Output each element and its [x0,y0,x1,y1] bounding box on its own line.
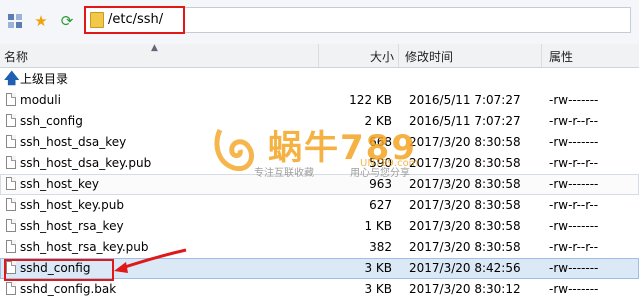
table-row[interactable]: ssh_host_dsa_key.pub 590 2017/3/20 8:30:… [0,153,639,174]
column-modified[interactable]: 修改时间 [405,48,453,65]
table-row[interactable]: ssh_config 2 KB 2016/5/11 7:07:27 -rw-r-… [0,111,639,132]
folder-icon [90,12,104,28]
file-icon [6,177,16,190]
table-row[interactable]: ssh_host_dsa_key 668 2017/3/20 8:30:58 -… [0,132,639,153]
parent-dir-row[interactable]: 🡅 上级目录 [0,67,639,88]
tree-view-icon[interactable] [6,12,24,30]
file-icon [6,219,16,232]
highlight-box-sshd-config [4,259,114,281]
file-icon [6,156,16,169]
sort-ascending-icon: ▲ [151,43,158,53]
table-row[interactable]: ssh_host_key.pub 627 2017/3/20 8:30:58 -… [0,195,639,216]
file-icon [6,114,16,127]
file-icon [6,93,16,106]
table-row[interactable]: sshd_config.bak 3 KB 2017/3/20 8:30:12 -… [0,279,639,300]
file-icon [6,240,16,253]
favorite-star-icon[interactable]: ★ [32,12,50,30]
file-icon [6,282,16,295]
table-row[interactable]: moduli 122 KB 2016/5/11 7:07:27 -rw-----… [0,90,639,111]
column-name[interactable]: 名称 [4,48,28,65]
address-bar[interactable] [185,7,631,33]
table-row[interactable]: ssh_host_rsa_key.pub 382 2017/3/20 8:30:… [0,237,639,258]
table-row[interactable]: ssh_host_rsa_key 1 KB 2017/3/20 8:30:58 … [0,216,639,237]
parent-dir-label: 上级目录 [20,72,69,86]
table-row[interactable]: ssh_host_key 963 2017/3/20 8:30:58 -rw--… [0,174,639,195]
file-icon [6,198,16,211]
red-arrow-annotation [114,248,187,273]
column-size[interactable]: 大小 [370,48,394,65]
refresh-icon[interactable]: ⟳ [58,12,76,30]
column-header: 名称 ▲ 大小 修改时间 属性 [0,43,639,68]
path-input[interactable]: /etc/ssh/ [108,12,163,27]
file-icon [6,135,16,148]
column-attributes[interactable]: 属性 [549,48,573,65]
toolbar: ★ ⟳ /etc/ssh/ [0,0,639,45]
